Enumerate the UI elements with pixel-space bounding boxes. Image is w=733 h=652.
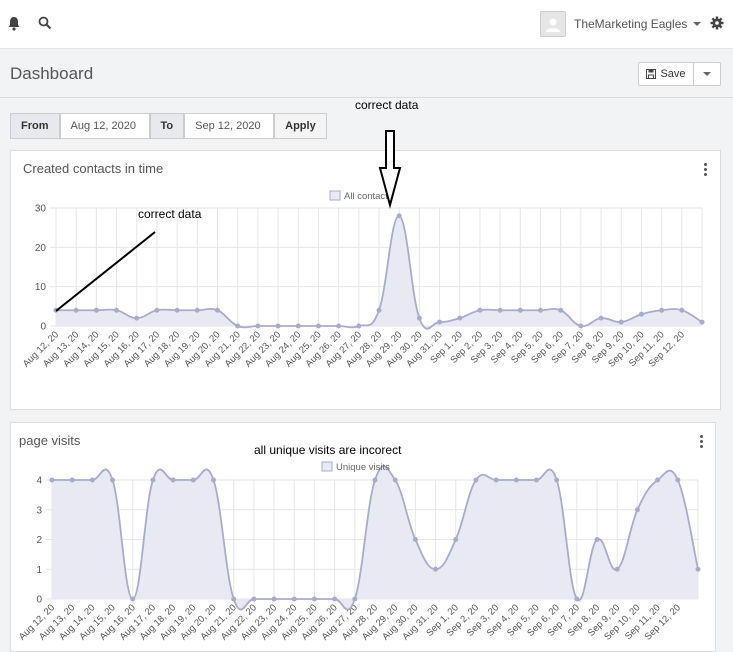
annotation-marks [55,130,402,312]
annotation-line [55,231,156,312]
annotation-arrow [378,130,402,209]
